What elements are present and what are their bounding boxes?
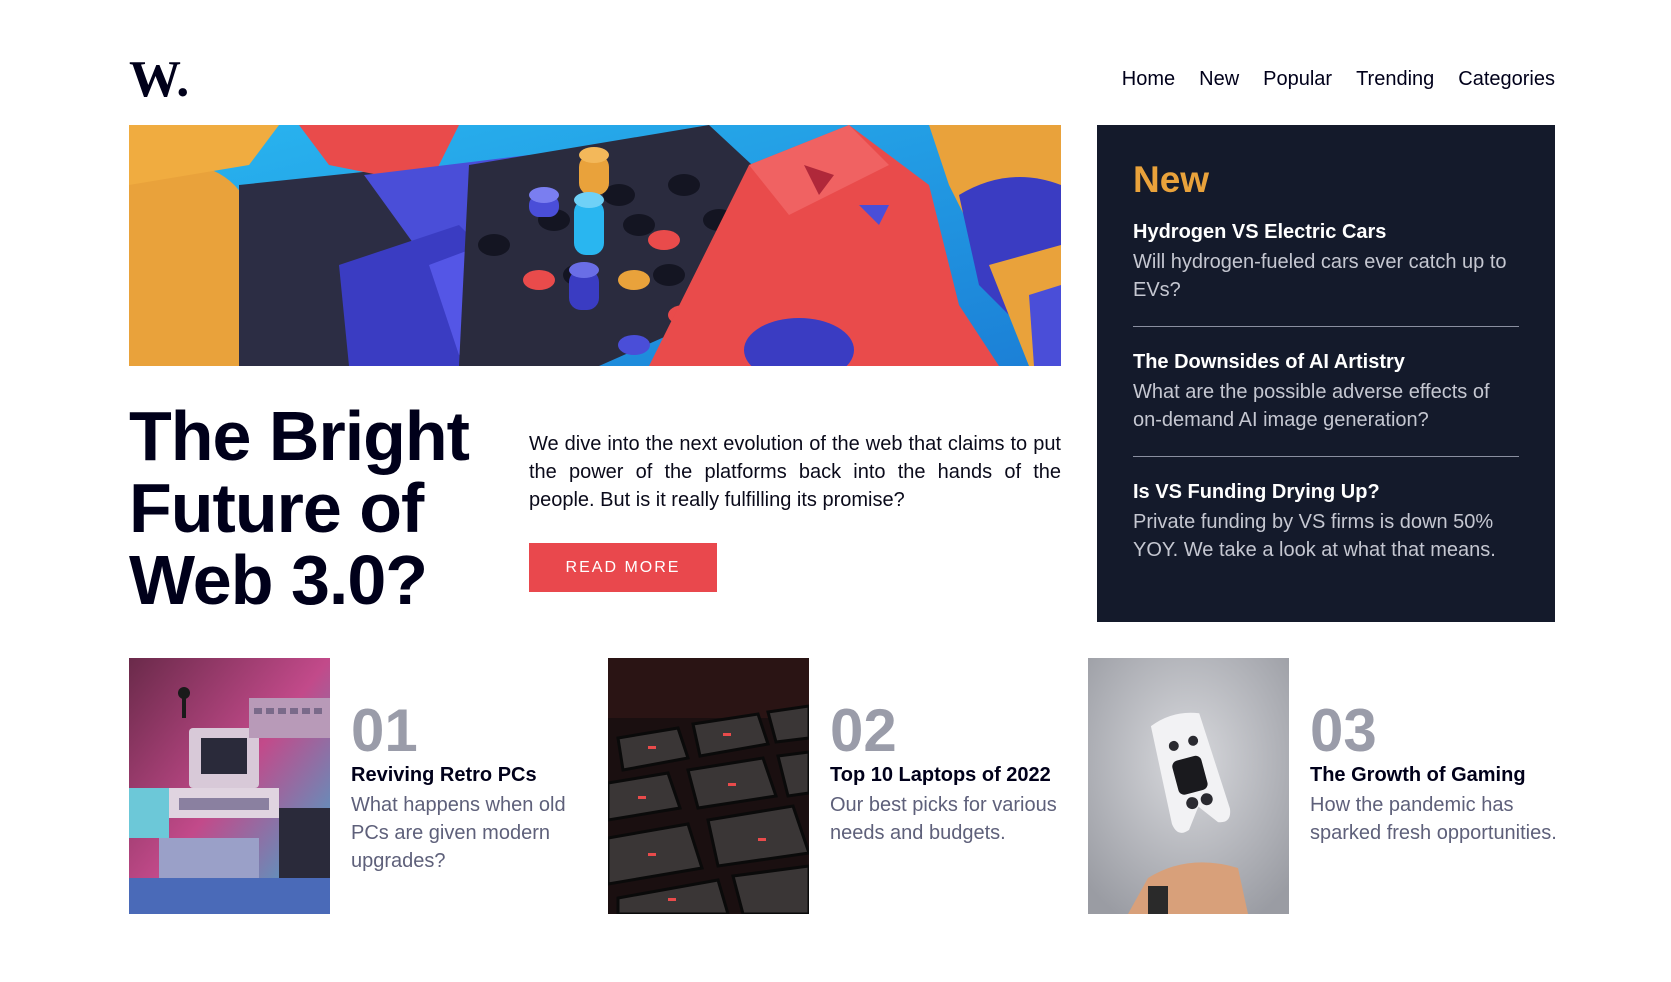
hero-title-line-1: The Bright: [129, 397, 470, 475]
article-title[interactable]: Top 10 Laptops of 2022: [830, 764, 1080, 787]
new-item-desc: What are the possible adverse effects of…: [1133, 381, 1490, 431]
nav-popular[interactable]: Popular: [1263, 68, 1332, 91]
new-item[interactable]: Hydrogen VS Electric Cars Will hydrogen-…: [1133, 221, 1519, 327]
nav-categories[interactable]: Categories: [1458, 68, 1555, 91]
article-title[interactable]: The Growth of Gaming: [1310, 764, 1560, 787]
new-item[interactable]: Is VS Funding Drying Up? Private funding…: [1133, 481, 1519, 586]
article-number: 02: [830, 697, 897, 764]
hero-title-line-2: Future of: [129, 469, 424, 547]
hero-image: [129, 125, 1061, 366]
nav-home[interactable]: Home: [1122, 68, 1175, 91]
article-desc: Our best picks for various needs and bud…: [830, 794, 1057, 844]
new-item-title[interactable]: Hydrogen VS Electric Cars: [1133, 221, 1519, 244]
new-panel: New Hydrogen VS Electric Cars Will hydro…: [1097, 125, 1555, 622]
new-panel-title: New: [1133, 159, 1210, 200]
article-card-text: 01 Reviving Retro PCs What happens when …: [351, 700, 601, 875]
keyboard-image[interactable]: [608, 658, 809, 914]
article-desc: What happens when old PCs are given mode…: [351, 794, 566, 872]
new-item-title[interactable]: The Downsides of AI Artistry: [1133, 351, 1519, 374]
article-title[interactable]: Reviving Retro PCs: [351, 764, 601, 787]
hero-description: We dive into the next evolution of the w…: [529, 433, 1061, 511]
new-item-desc: Will hydrogen-fueled cars ever catch up …: [1133, 251, 1507, 301]
read-more-button[interactable]: READ MORE: [529, 543, 717, 592]
hero-title-line-3: Web 3.0?: [129, 541, 428, 619]
article-card-text: 02 Top 10 Laptops of 2022 Our best picks…: [830, 700, 1080, 847]
article-number: 03: [1310, 697, 1377, 764]
article-card-text: 03 The Growth of Gaming How the pandemic…: [1310, 700, 1560, 847]
logo-text: W.: [129, 56, 189, 106]
nav-trending[interactable]: Trending: [1356, 68, 1434, 91]
top-articles: 01 Reviving Retro PCs What happens when …: [129, 658, 1557, 914]
new-item-desc: Private funding by VS firms is down 50% …: [1133, 511, 1496, 561]
new-item[interactable]: The Downsides of AI Artistry What are th…: [1133, 351, 1519, 457]
site-header: W. Home New Popular Trending Categories: [129, 56, 1555, 106]
article-desc: How the pandemic has sparked fresh oppor…: [1310, 794, 1557, 844]
new-item-title[interactable]: Is VS Funding Drying Up?: [1133, 481, 1519, 504]
main-nav: Home New Popular Trending Categories: [1122, 68, 1555, 91]
hero-title: The Bright Future of Web 3.0?: [129, 400, 519, 616]
nav-new[interactable]: New: [1199, 68, 1239, 91]
logo[interactable]: W.: [129, 56, 195, 106]
gamepad-image[interactable]: [1088, 658, 1289, 914]
article-number: 01: [351, 697, 418, 764]
retro-pc-image[interactable]: [129, 658, 330, 914]
